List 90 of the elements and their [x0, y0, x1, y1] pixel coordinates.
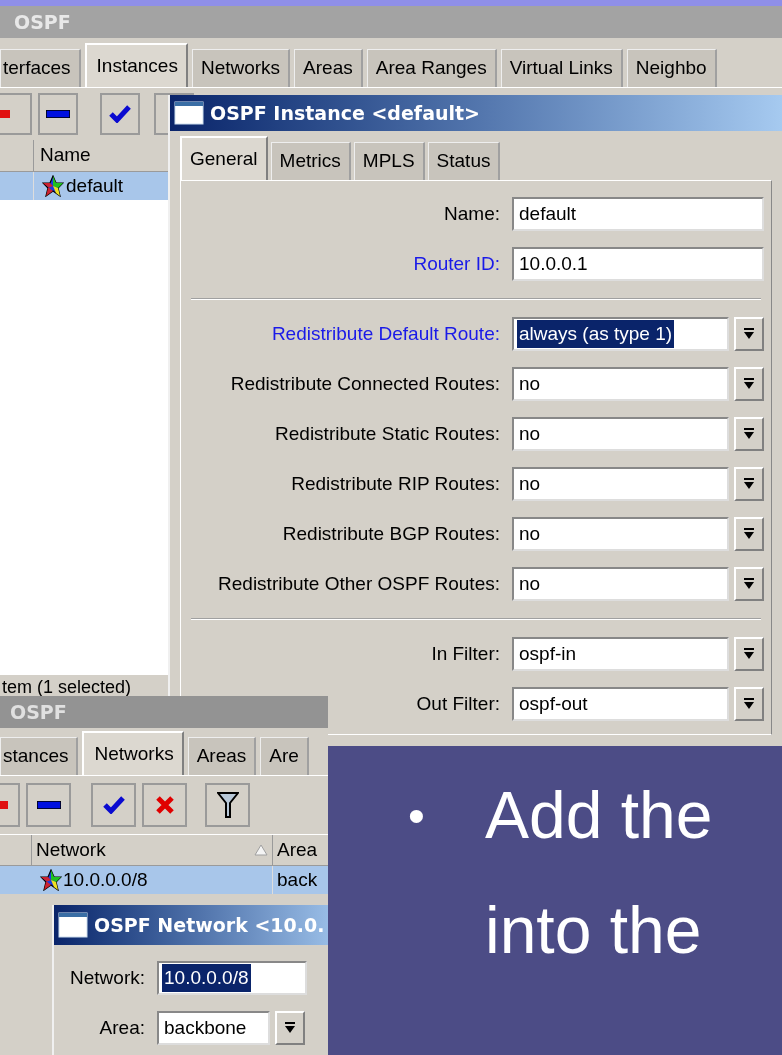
tab[interactable]: Areas — [187, 737, 257, 775]
field-label: Out Filter: — [415, 691, 500, 716]
tab[interactable]: General — [180, 136, 268, 180]
dropdown-field[interactable]: no — [512, 517, 729, 551]
bullet: • — [408, 788, 426, 844]
dropdown-field[interactable]: no — [512, 417, 729, 451]
dropdown-button[interactable] — [734, 637, 764, 671]
caret-icon — [743, 698, 755, 710]
tab[interactable]: Are — [260, 737, 309, 775]
caret-icon — [743, 328, 755, 340]
table-cell-text: back — [277, 867, 318, 892]
tab[interactable]: Virtual Links — [500, 49, 623, 87]
tab[interactable]: Metrics — [270, 142, 351, 180]
column-header[interactable]: Network — [32, 835, 273, 865]
caret-icon — [743, 378, 755, 390]
window-icon — [174, 101, 204, 125]
caret-icon — [743, 648, 755, 660]
table-cell-text: default — [66, 173, 124, 198]
window-title: OSPF — [14, 9, 71, 35]
slide-text: into the — [485, 892, 702, 969]
tab[interactable]: Networks — [82, 731, 184, 775]
caret-icon — [743, 478, 755, 490]
window-title: OSPF — [10, 699, 67, 725]
input-field[interactable]: default — [512, 197, 764, 231]
window-title: OSPF Instance <default> — [210, 100, 480, 126]
tab[interactable]: Instances — [84, 43, 188, 87]
remove-button[interactable] — [38, 93, 78, 135]
tab[interactable]: Networks — [191, 49, 291, 87]
dropdown-button[interactable] — [734, 687, 764, 721]
add-button[interactable] — [0, 783, 20, 827]
field-label: Redistribute Other OSPF Routes: — [217, 571, 500, 596]
enable-button[interactable] — [100, 93, 140, 135]
window-title: OSPF Network <10.0. — [94, 912, 325, 938]
input-field[interactable]: 10.0.0.1 — [512, 247, 764, 281]
dropdown-button[interactable] — [275, 1011, 305, 1045]
filter-icon — [216, 792, 239, 818]
field-label: Redistribute BGP Routes: — [281, 521, 500, 546]
field-label: Redistribute Connected Routes: — [229, 371, 500, 396]
dropdown-field[interactable]: no — [512, 467, 729, 501]
remove-button[interactable] — [26, 783, 71, 827]
dropdown-button[interactable] — [734, 417, 764, 451]
filter-button[interactable] — [205, 783, 250, 827]
field-label: Network: — [69, 965, 145, 990]
status-text: tem (1 selected) — [2, 675, 132, 699]
tab[interactable]: stances — [0, 737, 79, 775]
star-icon — [42, 175, 64, 197]
disable-button[interactable] — [142, 783, 187, 827]
caret-icon — [743, 528, 755, 540]
column-header[interactable]: Area — [273, 835, 328, 865]
dropdown-button[interactable] — [734, 567, 764, 601]
minus-icon — [46, 110, 70, 118]
tab[interactable]: Areas — [294, 49, 363, 87]
field-label: Redistribute RIP Routes: — [290, 471, 500, 496]
tab[interactable]: Area Ranges — [366, 49, 497, 87]
field-label: In Filter: — [430, 641, 500, 666]
tab[interactable]: Status — [427, 142, 501, 180]
table-row[interactable]: default — [0, 172, 168, 200]
add-button[interactable] — [0, 93, 32, 135]
dropdown-field[interactable]: no — [512, 367, 729, 401]
check-icon — [102, 796, 125, 814]
enable-button[interactable] — [91, 783, 136, 827]
tab[interactable]: MPLS — [353, 142, 425, 180]
dropdown-field[interactable]: ospf-out — [512, 687, 729, 721]
field-label: Redistribute Default Route: — [270, 321, 500, 346]
dropdown-field[interactable]: always (as type 1) — [512, 317, 729, 351]
dropdown-button[interactable] — [734, 517, 764, 551]
input-field[interactable]: 10.0.0.0/8 — [157, 961, 307, 995]
dropdown-button[interactable] — [734, 367, 764, 401]
caret-icon — [743, 428, 755, 440]
dropdown-button[interactable] — [734, 467, 764, 501]
tab[interactable]: Neighbo — [626, 49, 717, 87]
window-icon — [58, 912, 88, 938]
minus-icon — [36, 801, 61, 809]
field-label: Area: — [98, 1015, 145, 1040]
table-row[interactable]: 10.0.0.0/8 back — [0, 866, 328, 894]
dropdown-field[interactable]: ospf-in — [512, 637, 729, 671]
tab[interactable]: terfaces — [0, 49, 81, 87]
table-cell-text: 10.0.0.0/8 — [63, 867, 148, 892]
field-label: Router ID: — [412, 251, 500, 276]
caret-icon — [284, 1022, 296, 1034]
caret-icon — [743, 578, 755, 590]
close-icon — [154, 795, 175, 815]
star-icon — [40, 869, 62, 891]
dropdown-field[interactable]: no — [512, 567, 729, 601]
dropdown-button[interactable] — [734, 317, 764, 351]
field-label: Redistribute Static Routes: — [274, 421, 500, 446]
slide-text: Add the — [485, 777, 713, 854]
field-label: Name: — [443, 201, 500, 226]
check-icon — [109, 105, 131, 123]
dropdown-field[interactable]: backbone — [157, 1011, 270, 1045]
